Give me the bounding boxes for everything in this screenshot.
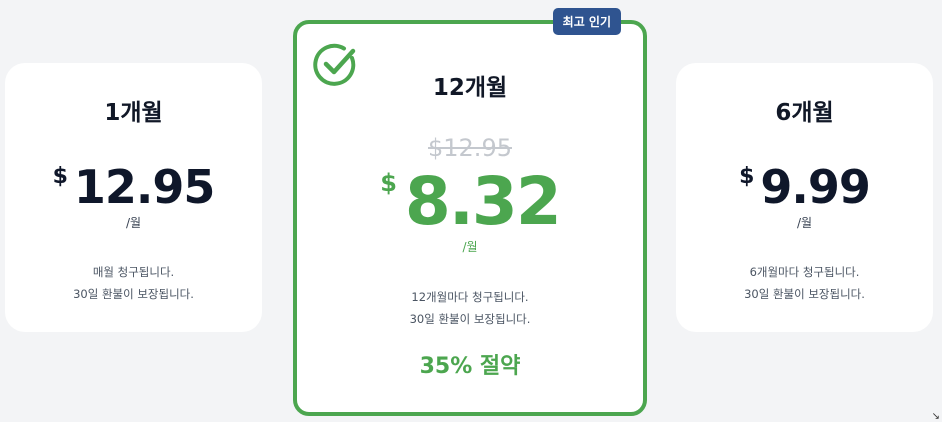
plan-description: 6개월마다 청구됩니다. 30일 환불이 보장됩니다.: [676, 261, 933, 305]
plan-description: 12개월마다 청구됩니다. 30일 환불이 보장됩니다.: [297, 286, 643, 330]
plan-card-12-months[interactable]: 최고 인기 12개월 $12.95 $ 8.32 /월 12개월마다 청구됩니다…: [293, 8, 647, 416]
currency-symbol: $: [739, 164, 755, 189]
price: $ 9.99: [676, 164, 933, 210]
currency-symbol: $: [52, 164, 68, 189]
price-amount: 8.32: [404, 163, 562, 240]
plan-title: 1개월: [104, 100, 163, 126]
plan-card-1-month[interactable]: 1개월 $ 12.95 /월 매월 청구됩니다. 30일 환불이 보장됩니다.: [5, 63, 262, 332]
most-popular-badge: 최고 인기: [552, 8, 621, 35]
resize-handle-icon[interactable]: ↘: [932, 411, 940, 422]
refund-note: 30일 환불이 보장됩니다.: [744, 287, 865, 301]
price-period: /월: [125, 216, 142, 230]
billing-note: 매월 청구됩니다.: [92, 265, 175, 279]
currency-symbol: $: [380, 169, 397, 197]
refund-note: 30일 환불이 보장됩니다.: [409, 312, 531, 326]
price-period: /월: [462, 240, 478, 254]
plan-card-6-months[interactable]: 6개월 $ 9.99 /월 6개월마다 청구됩니다. 30일 환불이 보장됩니다…: [676, 63, 933, 332]
plan-title: 6개월: [775, 100, 834, 126]
billing-note: 6개월마다 청구됩니다.: [749, 265, 860, 279]
plan-description: 매월 청구됩니다. 30일 환불이 보장됩니다.: [5, 261, 262, 305]
price-amount: 12.95: [73, 160, 216, 214]
refund-note: 30일 환불이 보장됩니다.: [73, 287, 194, 301]
savings-label: 35% 절약: [419, 354, 521, 379]
price: $ 8.32: [297, 169, 643, 235]
billing-note: 12개월마다 청구됩니다.: [411, 290, 529, 304]
price: $ 12.95: [5, 164, 262, 210]
price-amount: 9.99: [760, 160, 870, 214]
plan-title: 12개월: [432, 75, 508, 101]
original-price: $12.95: [428, 134, 512, 162]
price-period: /월: [796, 216, 813, 230]
